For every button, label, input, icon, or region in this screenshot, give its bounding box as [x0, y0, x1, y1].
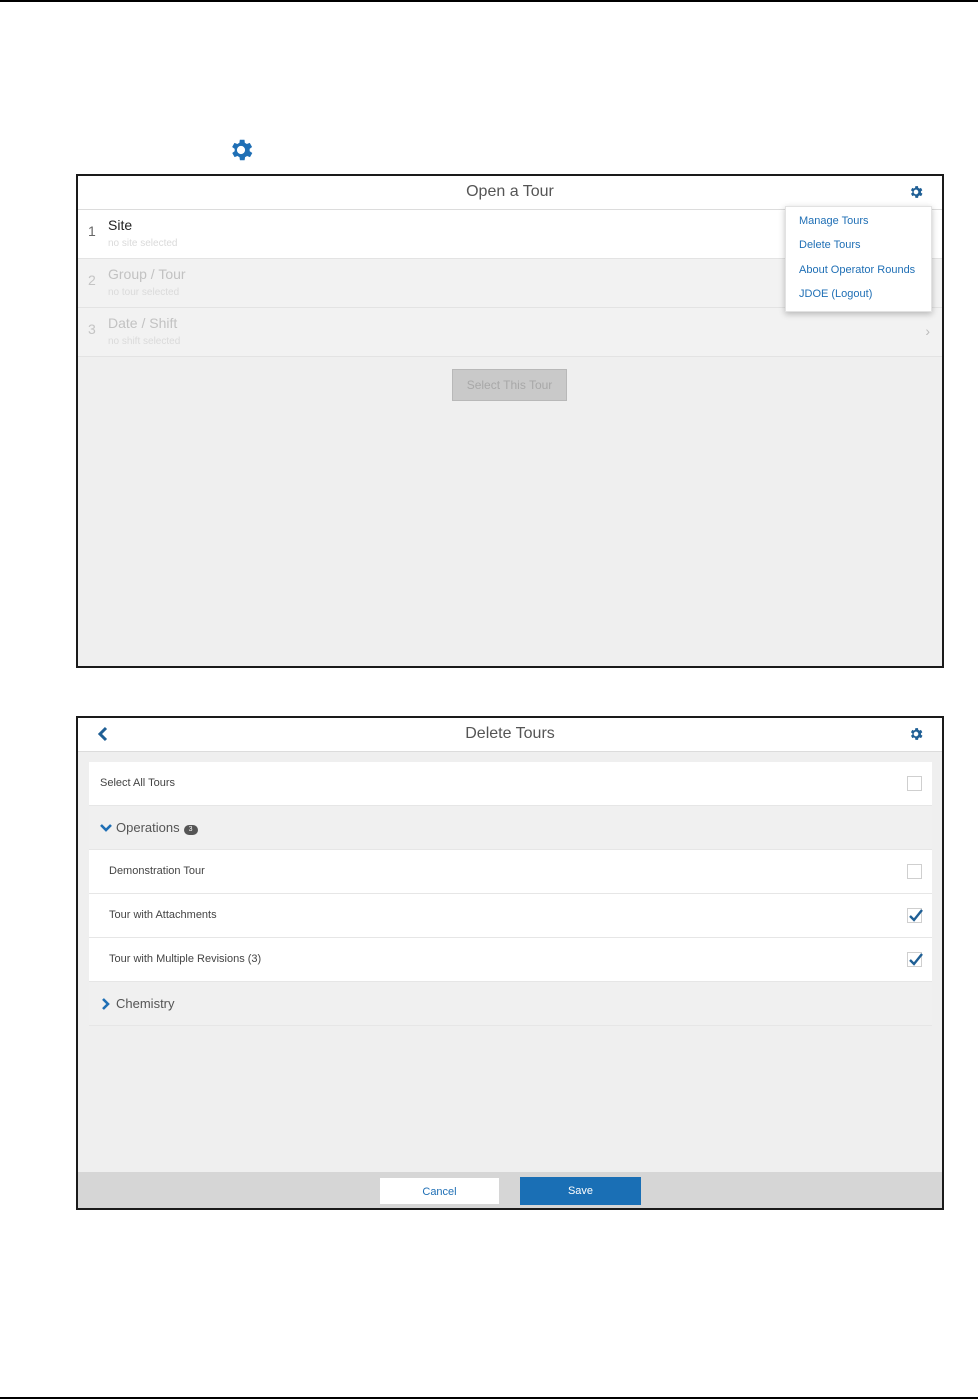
- step-label: Site: [108, 217, 133, 233]
- group-row-chemistry[interactable]: Chemistry: [89, 982, 932, 1026]
- tour-checkbox[interactable]: [907, 952, 923, 967]
- group-label: Operations 3: [116, 820, 198, 835]
- gear-icon[interactable]: [908, 184, 924, 200]
- step-status: no shift selected: [108, 336, 181, 347]
- step-status: no site selected: [108, 238, 178, 249]
- select-all-label: Select All Tours: [100, 777, 176, 789]
- tour-label: Demonstration Tour: [109, 865, 205, 877]
- cancel-button[interactable]: Cancel: [379, 1177, 500, 1205]
- checkmark-icon: [909, 909, 923, 922]
- select-this-tour-button[interactable]: Select This Tour: [452, 369, 567, 401]
- menu-item-logout[interactable]: JDOE (Logout): [799, 288, 872, 300]
- tour-row[interactable]: Demonstration Tour: [89, 850, 932, 894]
- settings-menu: Manage Tours Delete Tours About Operator…: [785, 206, 932, 312]
- menu-item-about[interactable]: About Operator Rounds: [799, 264, 915, 276]
- page-title: Delete Tours: [465, 725, 555, 742]
- open-tour-screen: Open a Tour 1 Site no site selected 2 Gr…: [76, 174, 944, 668]
- step-label: Group / Tour: [108, 266, 186, 282]
- count-badge: 3: [183, 825, 198, 835]
- header-rule: [0, 0, 978, 2]
- checkmark-icon: [909, 953, 923, 966]
- document-page: Open a Tour 1 Site no site selected 2 Gr…: [0, 0, 978, 1400]
- tour-label: Tour with Attachments: [109, 909, 217, 921]
- step-number: 1: [88, 223, 96, 239]
- chevron-down-icon: [100, 824, 112, 832]
- tour-checkbox[interactable]: [907, 908, 923, 923]
- save-button[interactable]: Save: [520, 1177, 641, 1205]
- gear-icon: [232, 139, 253, 161]
- chevron-right-icon: [102, 998, 110, 1010]
- footer-rule: [0, 1397, 978, 1399]
- chevron-right-icon: ›: [925, 323, 930, 339]
- app-header: Open a Tour: [78, 176, 942, 210]
- step-date-shift: 3 Date / Shift no shift selected ›: [78, 308, 942, 357]
- menu-item-manage-tours[interactable]: Manage Tours: [799, 215, 869, 227]
- group-row-operations[interactable]: Operations 3: [89, 806, 932, 850]
- step-number: 2: [88, 272, 96, 288]
- step-status: no tour selected: [108, 287, 180, 298]
- app-header: Delete Tours: [78, 718, 942, 752]
- step-number: 3: [88, 321, 96, 337]
- gear-icon[interactable]: [908, 726, 924, 742]
- tour-list: Select All Tours Operations 3 Demonstrati…: [89, 762, 932, 1026]
- tour-row[interactable]: Tour with Attachments: [89, 894, 932, 938]
- tour-label: Tour with Multiple Revisions (3): [109, 953, 262, 965]
- step-label: Date / Shift: [108, 315, 178, 331]
- tour-row[interactable]: Tour with Multiple Revisions (3): [89, 938, 932, 982]
- group-label: Chemistry: [116, 996, 175, 1011]
- tour-checkbox[interactable]: [907, 864, 922, 879]
- page-title: Open a Tour: [466, 183, 554, 200]
- select-all-checkbox[interactable]: [907, 776, 922, 791]
- menu-item-delete-tours[interactable]: Delete Tours: [799, 239, 861, 251]
- delete-tours-screen: Delete Tours Select All Tours Operations…: [76, 716, 944, 1210]
- select-all-row[interactable]: Select All Tours: [89, 762, 932, 806]
- action-footer: Cancel Save: [78, 1172, 942, 1208]
